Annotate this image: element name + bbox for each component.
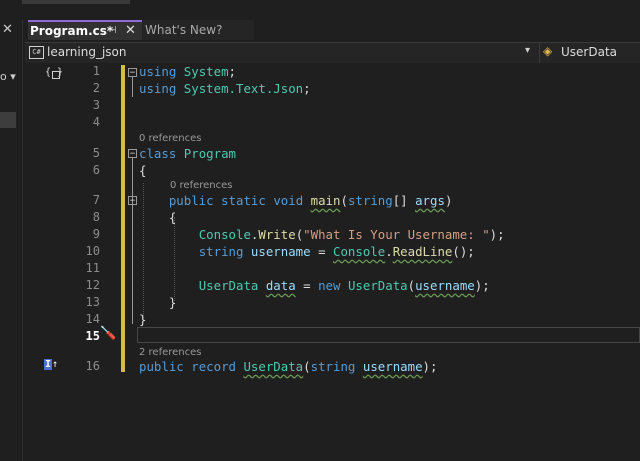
code-line: 12 UserData data = new UserData(username… xyxy=(25,277,640,294)
code-text: public static void main(string[] args) xyxy=(168,193,453,208)
code-line: 8 { xyxy=(25,209,640,226)
panel-dropdown-icon[interactable]: o ▾ xyxy=(0,70,16,83)
code-line: 2 using System.Text.Json; xyxy=(25,80,640,97)
code-text: { xyxy=(139,163,147,178)
code-text: { xyxy=(168,210,177,225)
navigation-bar: C# learning_json ▾ ◈ UserData xyxy=(25,42,640,64)
code-text: public record UserData(string username); xyxy=(139,359,438,374)
toolbar-ghost xyxy=(22,0,130,4)
line-number: 9 xyxy=(92,227,100,241)
line-number: 12 xyxy=(85,278,100,292)
code-text: } xyxy=(139,312,147,327)
code-line: 5 class Program xyxy=(25,145,640,162)
csharp-file-icon: C# xyxy=(29,46,44,59)
top-toolbar-strip xyxy=(0,0,640,20)
line-number: 3 xyxy=(92,98,100,112)
code-text: UserData data = new UserData(username); xyxy=(198,278,490,293)
code-line: 14 } xyxy=(25,311,640,328)
codelens-references[interactable]: 0 references xyxy=(139,132,202,145)
chevron-down-icon[interactable]: ▾ xyxy=(525,45,530,56)
line-number: 6 xyxy=(92,163,100,177)
project-dropdown[interactable]: learning_json xyxy=(47,45,127,59)
line-number: 13 xyxy=(85,295,100,309)
close-icon[interactable]: ✕ xyxy=(125,23,136,38)
line-number: 15 xyxy=(85,329,100,343)
code-text: class Program xyxy=(139,146,236,161)
code-line: 7 public static void main(string[] args) xyxy=(25,192,640,209)
code-line-current: 15 xyxy=(25,328,640,345)
line-number: 1 xyxy=(92,64,100,78)
line-number: 7 xyxy=(92,193,100,207)
line-number: 4 xyxy=(92,115,100,129)
tab-label: Program.cs* xyxy=(30,24,114,38)
line-number: 16 xyxy=(85,359,100,373)
code-text: Console.Write("What Is Your Username: ")… xyxy=(198,227,505,242)
panel-selection xyxy=(0,112,16,128)
line-number: 10 xyxy=(85,244,100,258)
line-number: 14 xyxy=(85,312,100,326)
code-line: 6 { xyxy=(25,162,640,179)
tab-program-cs[interactable]: Program.cs* ⊣ ✕ xyxy=(28,20,142,40)
code-line: 3 xyxy=(25,97,640,114)
code-line: 9 Console.Write("What Is Your Username: … xyxy=(25,226,640,243)
code-text: using System.Text.Json; xyxy=(139,81,311,96)
code-line: 10 string username = Console.ReadLine(); xyxy=(25,243,640,260)
code-line: 13 } xyxy=(25,294,640,311)
line-number: 5 xyxy=(92,146,100,160)
code-text: string username = Console.ReadLine(); xyxy=(198,244,475,259)
document-tabs: Program.cs* ⊣ ✕ What's New? xyxy=(25,20,640,40)
code-line: 16 public record UserData(string usernam… xyxy=(25,358,640,375)
code-editor[interactable]: { } − − − 🪛 I↑ 1 using System; 2 using S… xyxy=(25,63,640,461)
tab-whats-new[interactable]: What's New? xyxy=(142,20,254,40)
close-icon[interactable]: ✕ xyxy=(2,22,13,37)
left-tool-panel: ✕ o ▾ xyxy=(0,20,23,461)
line-number: 8 xyxy=(92,210,100,224)
class-dropdown[interactable]: UserData xyxy=(561,45,617,59)
codelens-references[interactable]: 0 references xyxy=(170,179,233,192)
divider xyxy=(539,43,540,63)
code-line: 1 using System; xyxy=(25,63,640,80)
code-text: } xyxy=(168,295,177,310)
code-line: 4 xyxy=(25,114,640,131)
line-number: 11 xyxy=(85,261,100,275)
line-number: 2 xyxy=(92,81,100,95)
pin-icon[interactable]: ⊣ xyxy=(108,25,117,36)
code-text: using System; xyxy=(139,64,237,79)
code-line: 11 xyxy=(25,260,640,277)
tab-label: What's New? xyxy=(145,23,223,37)
class-icon: ◈ xyxy=(543,44,553,58)
